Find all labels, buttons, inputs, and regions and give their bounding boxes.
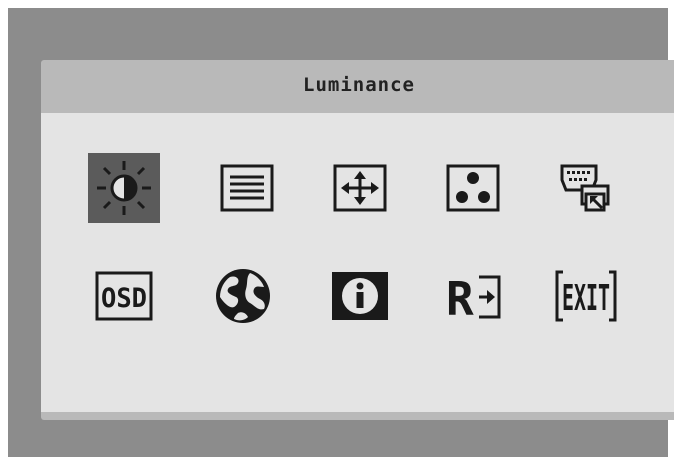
menu-item-image-position[interactable] (324, 153, 396, 223)
lines-icon (220, 164, 274, 212)
exit-icon-label: EXIT (562, 278, 610, 319)
osd-menu: Luminance OSD R EXIT (41, 60, 674, 420)
menu-item-language[interactable] (207, 261, 279, 331)
menu-item-exit[interactable]: EXIT (550, 261, 622, 331)
menu-item-osd-setup[interactable]: OSD (88, 261, 160, 331)
osd-icon-panel: OSD R EXIT (41, 113, 674, 412)
osd-title-bar: Luminance (41, 60, 674, 110)
rgb-dots-icon (446, 164, 500, 212)
menu-item-input-select[interactable] (550, 153, 622, 223)
menu-item-information[interactable] (324, 261, 396, 331)
move-arrows-icon (333, 164, 387, 212)
menu-item-color-setup[interactable] (437, 153, 509, 223)
globe-icon (216, 269, 270, 323)
menu-item-luminance[interactable] (88, 153, 160, 223)
connector-icon (560, 164, 610, 212)
menu-item-reset[interactable]: R (437, 261, 509, 331)
menu-item-image-setup[interactable] (211, 153, 283, 223)
osd-icon: OSD (95, 271, 153, 321)
monitor-screen: Luminance OSD R EXIT (8, 8, 674, 457)
osd-footer-bar (41, 412, 674, 468)
info-icon (332, 272, 388, 320)
brightness-contrast-icon (97, 161, 151, 215)
reset-icon-label: R (446, 272, 474, 325)
osd-title: Luminance (303, 74, 415, 96)
osd-icon-label: OSD (101, 283, 147, 314)
exit-icon: EXIT (555, 270, 617, 322)
reset-icon: R (446, 272, 501, 325)
